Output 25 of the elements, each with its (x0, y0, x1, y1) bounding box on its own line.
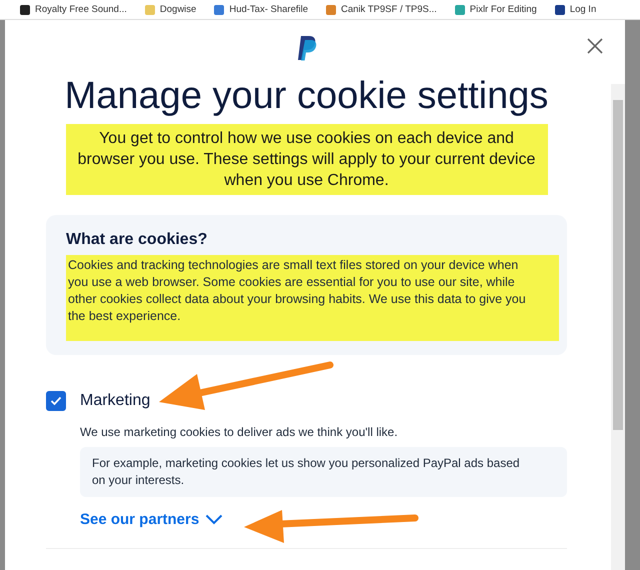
logo-icon (296, 35, 318, 61)
bookmark-icon (214, 4, 224, 14)
checkbox[interactable] (46, 391, 66, 411)
bookmark-link[interactable]: Log In (570, 4, 596, 15)
bookmark-link[interactable]: Pixlr For Editing (470, 4, 537, 15)
bookmark-link[interactable]: Royalty Free Sound... (35, 4, 127, 15)
bookmark-icon (326, 4, 336, 14)
close-icon[interactable] (587, 38, 603, 54)
example-note: For example, marketing cookies let us show you personalized PayPal ads based on your interests. (80, 447, 567, 497)
chevron-down-icon (205, 514, 224, 525)
partners-link[interactable]: See our partners (80, 511, 224, 528)
card-text: Cookies and tracking technologies are small text files stored on your device when you use a web browser. Some cookies are essential for you to use our site, while other cookies collect data about your browsing habits. We use this data to give you the best experience. (66, 255, 559, 341)
bookmark-icon (20, 4, 30, 14)
category-label: Marketing (80, 392, 150, 410)
bookmark-icon (144, 4, 155, 14)
bookmark-link[interactable]: Canik TP9SF / TP9S... (341, 4, 437, 15)
bookmark-link[interactable]: Hud-Tax- Sharefile (229, 4, 308, 15)
category-description: We use marketing cookies to deliver ads we think you'll like. (80, 425, 399, 439)
dialog-title: Manage your cookie settings (64, 75, 550, 118)
bookmark-icon (554, 4, 565, 14)
bookmark-icon (454, 4, 465, 14)
card-heading: What are cookies? (66, 231, 208, 249)
intro-text: You get to control how we use cookies on each device and browser you use. These settings will apply to your current device when you use Chrome. (66, 124, 548, 195)
check-icon (50, 396, 62, 406)
bookmark-link[interactable]: Dogwise (160, 4, 196, 15)
